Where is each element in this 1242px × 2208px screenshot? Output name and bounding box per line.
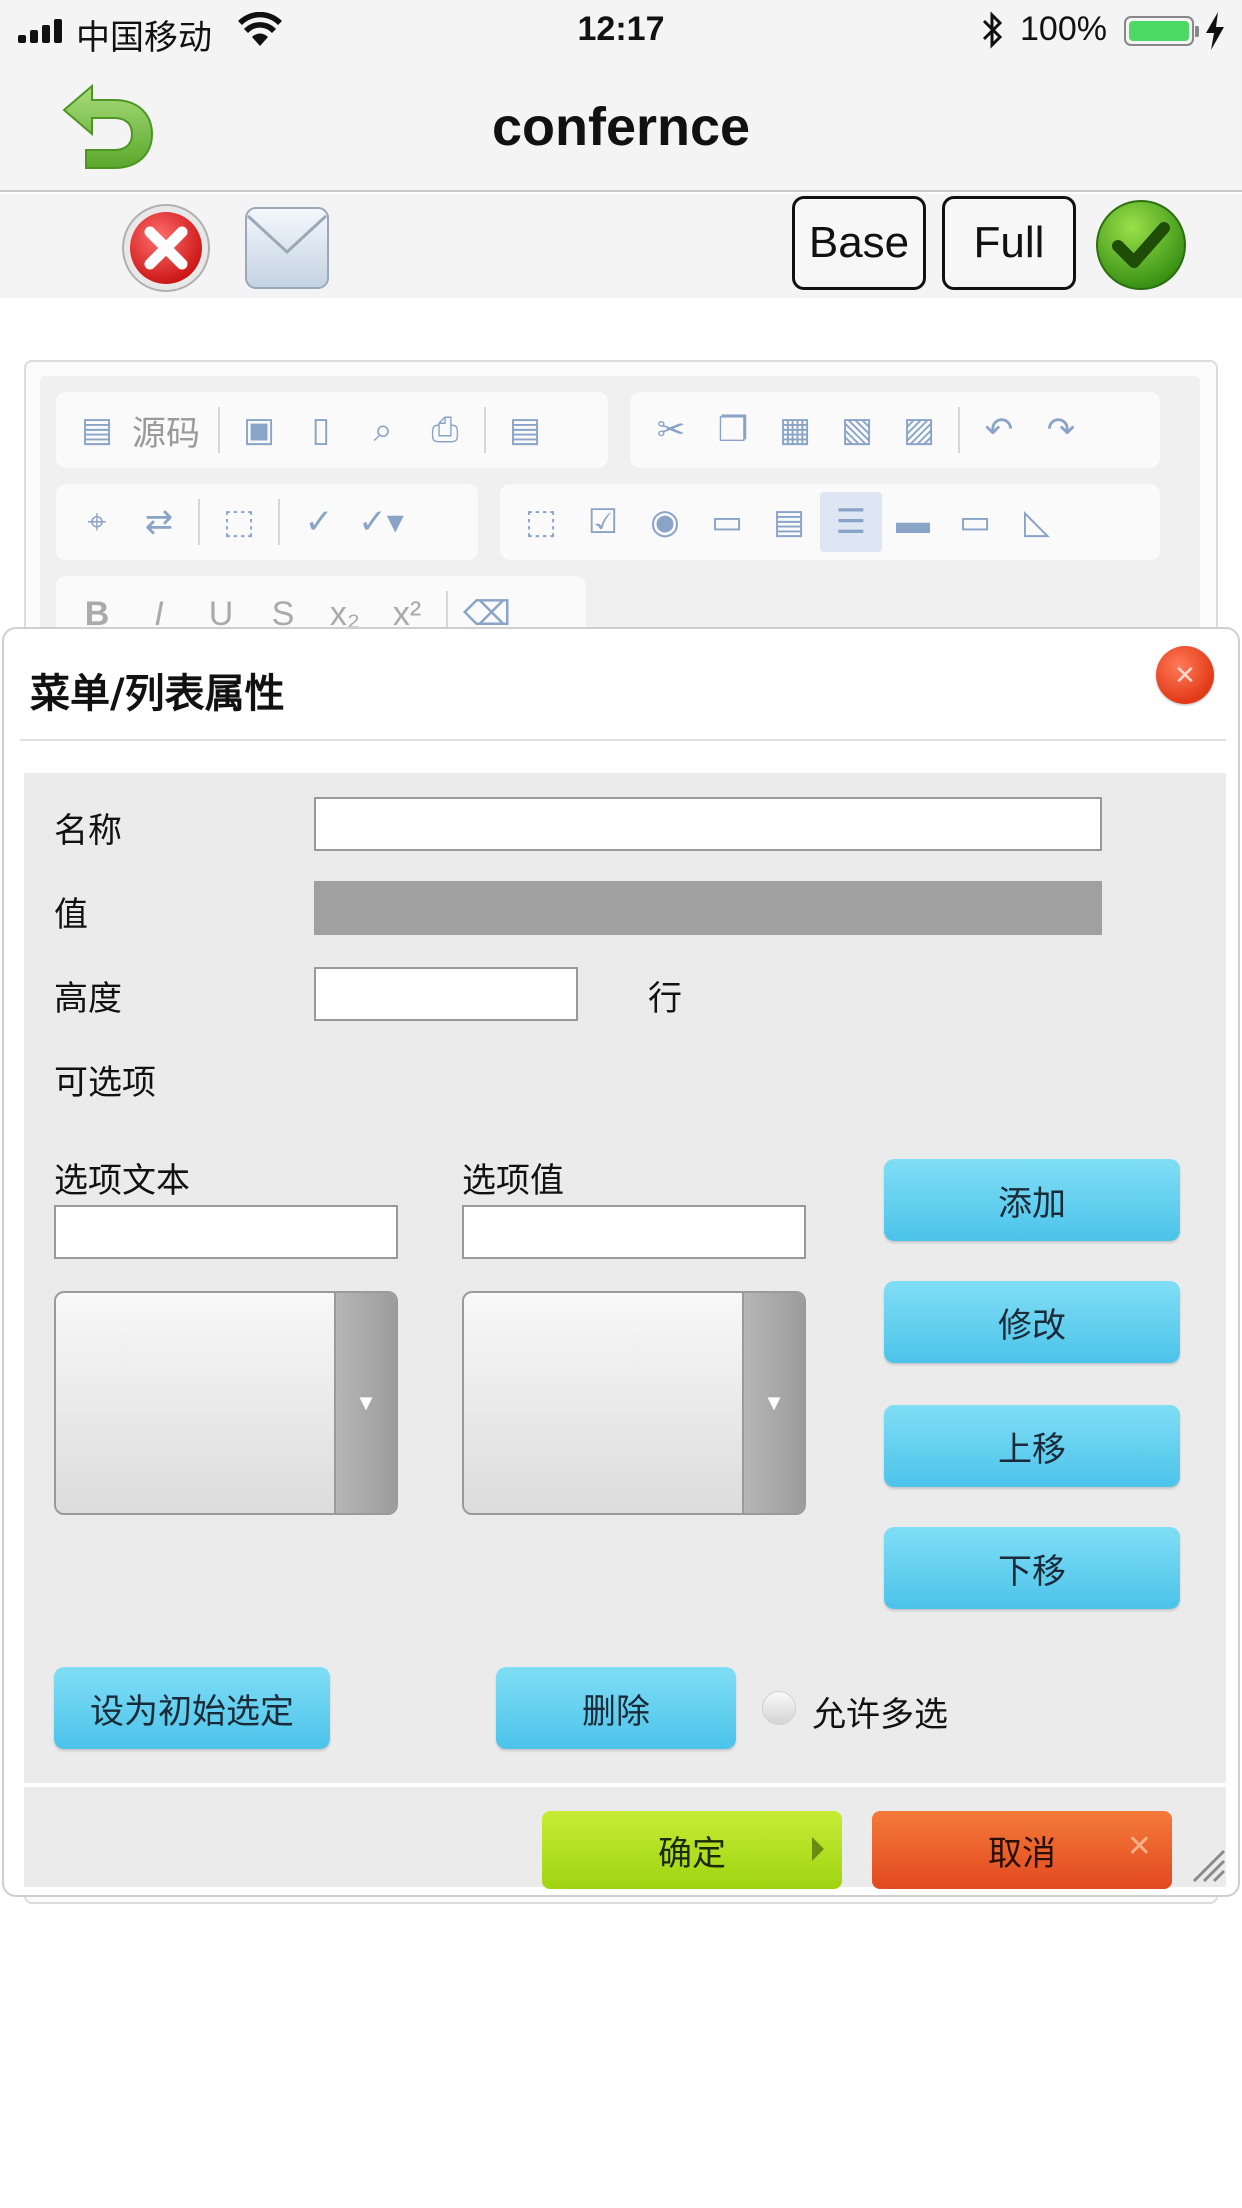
templates-icon[interactable]: ▤ [494, 400, 556, 460]
status-bar: 中国移动 12:17 100% [0, 0, 1242, 62]
value-label: 值 [54, 895, 88, 935]
paste-icon[interactable]: ▦ [764, 400, 826, 460]
height-unit-label: 行 [648, 979, 682, 1019]
cancel-button-label: 取消 [988, 1833, 1056, 1874]
option-text-label: 选项文本 [54, 1161, 190, 1201]
form-icon[interactable]: ⬚ [510, 492, 572, 552]
modify-option-button[interactable]: 修改 [884, 1281, 1180, 1363]
undo-icon[interactable]: ↶ [968, 400, 1030, 460]
close-circle-icon[interactable] [120, 202, 212, 294]
navigation-bar: confernce [0, 62, 1242, 192]
chevron-down-icon[interactable]: ▼ [742, 1293, 804, 1513]
page-title: confernce [491, 97, 751, 157]
allow-multiple-label: 允许多选 [812, 1695, 948, 1735]
battery-percent: 100% [1020, 10, 1107, 48]
copy-icon[interactable]: ❐ [702, 400, 764, 460]
set-default-button[interactable]: 设为初始选定 [54, 1667, 330, 1749]
textarea-icon[interactable]: ▤ [758, 492, 820, 552]
bluetooth-icon [980, 10, 1004, 59]
delete-option-button[interactable]: 删除 [496, 1667, 736, 1749]
chevron-down-icon[interactable]: ▼ [334, 1293, 396, 1513]
find-icon[interactable]: ⌖ [66, 492, 128, 552]
hidden-field-icon[interactable]: ◺ [1006, 492, 1068, 552]
option-value-input[interactable] [462, 1205, 806, 1259]
paste-text-icon[interactable]: ▧ [826, 400, 888, 460]
name-label: 名称 [54, 811, 122, 851]
value-input [314, 881, 1102, 935]
height-label: 高度 [54, 979, 122, 1019]
spellcheck-icon[interactable]: ✓ [288, 492, 350, 552]
paste-word-icon[interactable]: ▨ [888, 400, 950, 460]
name-input[interactable] [314, 797, 1102, 851]
confirm-check-icon[interactable] [1094, 198, 1188, 292]
spellcheck-dropdown-icon[interactable]: ✓▾ [350, 492, 412, 552]
select-properties-dialog: 菜单/列表属性 ✕ 名称 值 高度 行 可选项 选项文本 选项值 ▼ ▼ 添加 … [2, 627, 1240, 1897]
select-all-icon[interactable]: ⬚ [208, 492, 270, 552]
select-icon[interactable]: ☰ [820, 492, 882, 552]
option-text-list[interactable]: ▼ [54, 1291, 398, 1515]
arrow-right-icon [812, 1837, 824, 1861]
checkbox-icon[interactable]: ☑ [572, 492, 634, 552]
charging-bolt-icon [1206, 12, 1224, 50]
toolbar-group-find: ⌖ ⇄ ⬚ ✓ ✓▾ [56, 484, 478, 560]
button-icon[interactable]: ▬ [882, 492, 944, 552]
resize-handle-icon[interactable] [1184, 1841, 1226, 1883]
dialog-title: 菜单/列表属性 [30, 671, 285, 717]
allow-multiple-radio[interactable] [762, 1691, 796, 1725]
new-page-icon[interactable]: ▯ [290, 400, 352, 460]
radio-icon[interactable]: ◉ [634, 492, 696, 552]
options-label: 可选项 [54, 1063, 156, 1103]
option-text-input[interactable] [54, 1205, 398, 1259]
dialog-divider [20, 739, 1226, 741]
ok-button[interactable]: 确定 [542, 1811, 842, 1889]
editor-toolbar: ▤ 源码 ▣ ▯ ⌕ ⎙ ▤ ✂ ❐ ▦ ▧ ▨ ↶ ↷ ⌖ ⇄ ⬚ ✓ ✓▾ … [40, 376, 1200, 652]
cancel-button[interactable]: 取消 ✕ [872, 1811, 1172, 1889]
image-button-icon[interactable]: ▭ [944, 492, 1006, 552]
source-button-label[interactable]: 源码 [128, 406, 210, 455]
top-toolbar: Base Full [0, 194, 1242, 298]
save-icon[interactable]: ▣ [228, 400, 290, 460]
battery-icon [1124, 16, 1199, 46]
base-mode-button[interactable]: Base [792, 196, 926, 290]
dialog-footer: 确定 取消 ✕ [24, 1783, 1226, 1889]
add-option-button[interactable]: 添加 [884, 1159, 1180, 1241]
textfield-icon[interactable]: ▭ [696, 492, 758, 552]
option-value-label: 选项值 [462, 1161, 564, 1201]
preview-icon[interactable]: ⌕ [352, 400, 414, 460]
ok-button-label: 确定 [658, 1833, 726, 1874]
toolbar-group-clipboard: ✂ ❐ ▦ ▧ ▨ ↶ ↷ [630, 392, 1160, 468]
mail-icon[interactable] [244, 206, 330, 290]
move-up-button[interactable]: 上移 [884, 1405, 1180, 1487]
full-mode-button[interactable]: Full [942, 196, 1076, 290]
redo-icon[interactable]: ↷ [1030, 400, 1092, 460]
dialog-close-icon[interactable]: ✕ [1156, 646, 1214, 704]
height-input[interactable] [314, 967, 578, 1021]
replace-icon[interactable]: ⇄ [128, 492, 190, 552]
option-value-list[interactable]: ▼ [462, 1291, 806, 1515]
source-icon[interactable]: ▤ [66, 400, 128, 460]
toolbar-group-forms: ⬚ ☑ ◉ ▭ ▤ ☰ ▬ ▭ ◺ [500, 484, 1160, 560]
toolbar-group-document: ▤ 源码 ▣ ▯ ⌕ ⎙ ▤ [56, 392, 608, 468]
cut-icon[interactable]: ✂ [640, 400, 702, 460]
move-down-button[interactable]: 下移 [884, 1527, 1180, 1609]
dialog-body: 名称 值 高度 行 可选项 选项文本 选项值 ▼ ▼ 添加 修改 上移 下移 设… [24, 773, 1226, 1783]
close-icon: ✕ [1126, 1829, 1152, 1864]
print-icon[interactable]: ⎙ [414, 400, 476, 460]
